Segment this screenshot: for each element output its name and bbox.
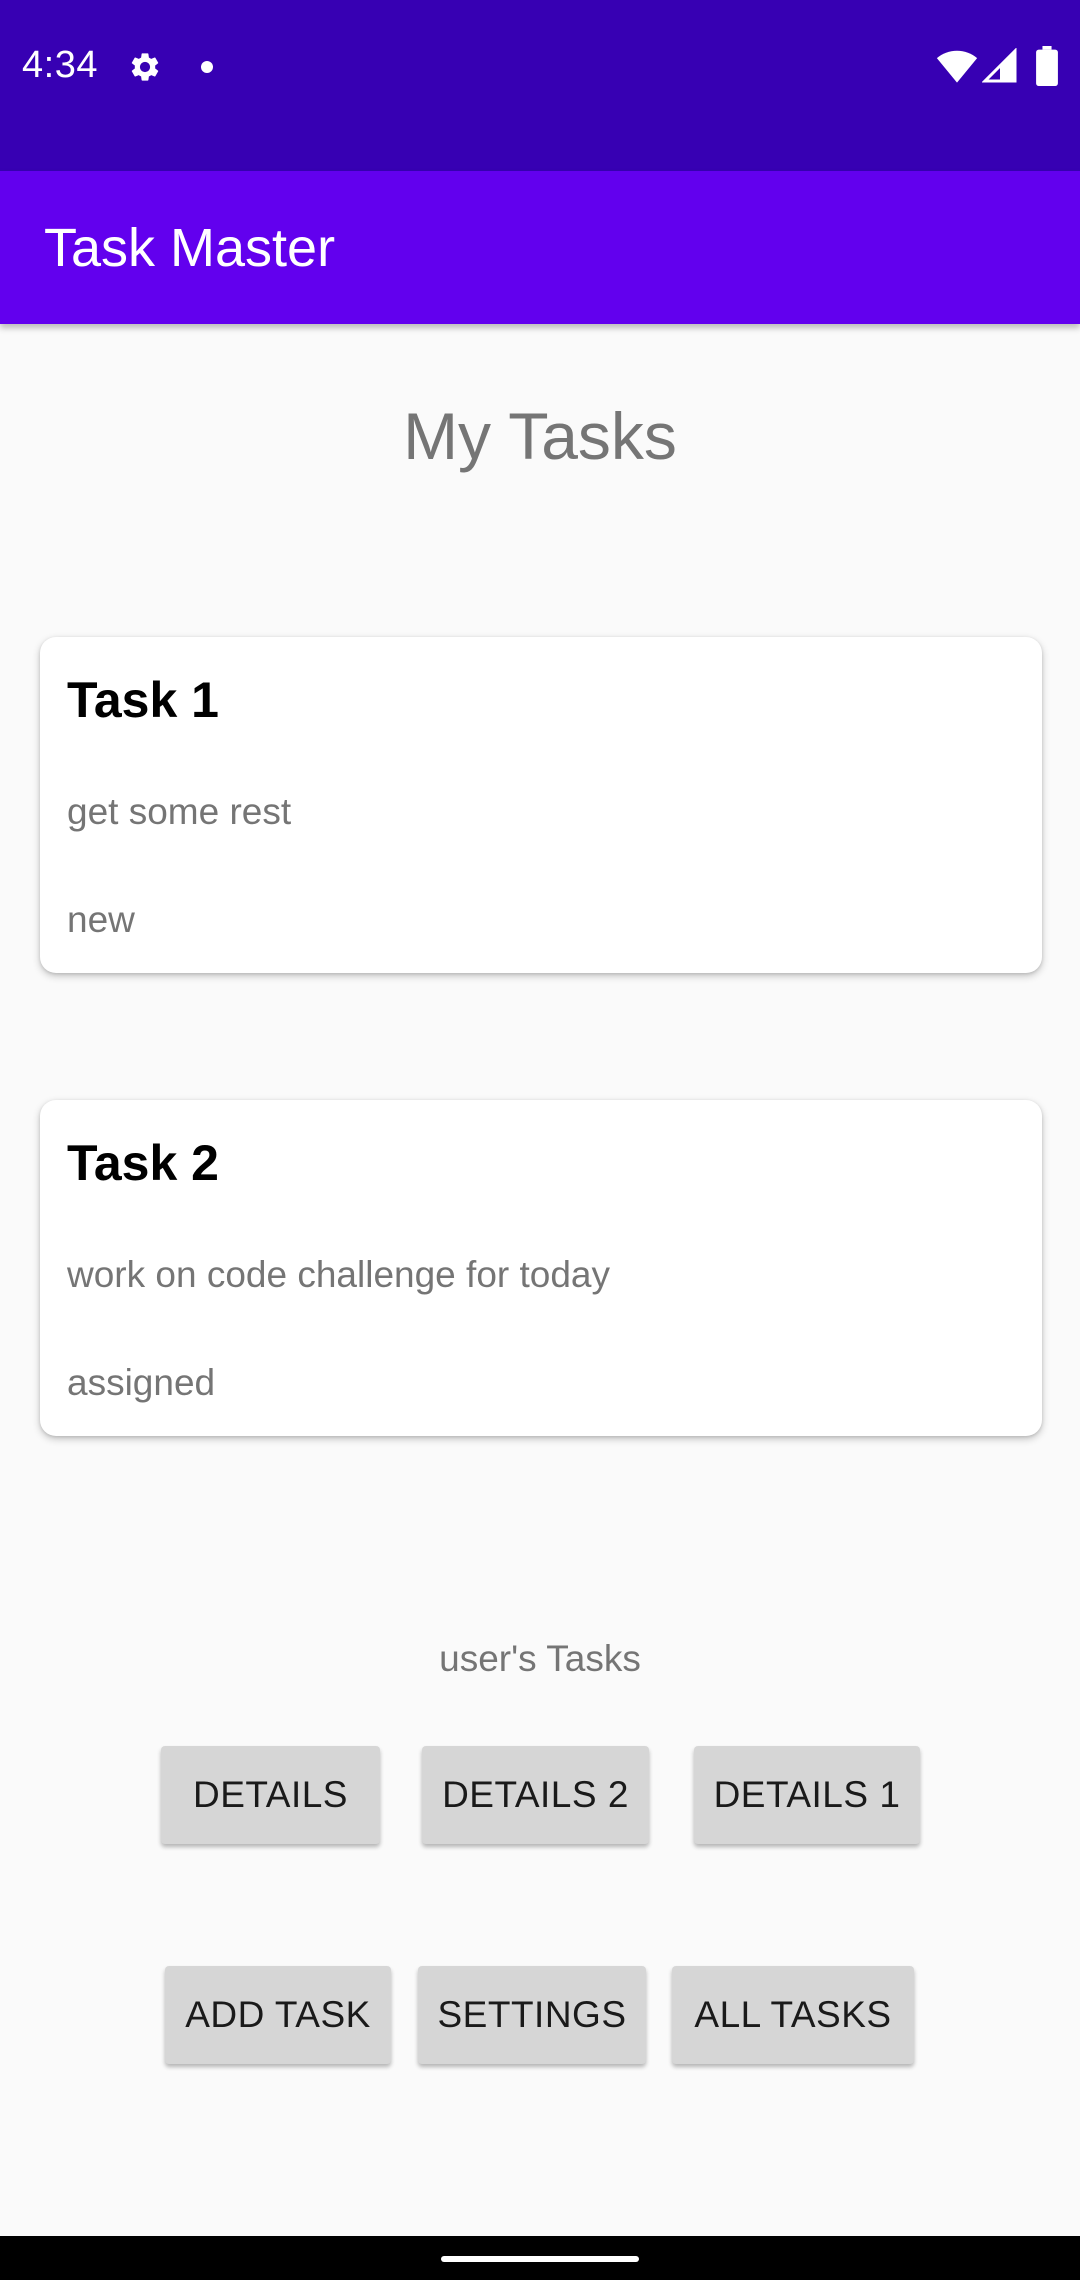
notification-dot-icon bbox=[201, 61, 213, 73]
task-state: new bbox=[67, 899, 135, 940]
battery-icon bbox=[1036, 46, 1058, 86]
details-2-button[interactable]: DETAILS 2 bbox=[422, 1746, 649, 1844]
page-title: My Tasks bbox=[403, 399, 677, 473]
screen: 4:34 Task Master My Tasks Task 1 get som… bbox=[0, 0, 1080, 2280]
details-1-button[interactable]: DETAILS 1 bbox=[694, 1746, 920, 1844]
task-state: assigned bbox=[67, 1362, 216, 1403]
settings-button[interactable]: SETTINGS bbox=[418, 1966, 646, 2064]
gear-icon bbox=[131, 53, 159, 81]
home-gesture-handle[interactable] bbox=[441, 2256, 639, 2262]
app-bar: Task Master bbox=[0, 171, 1080, 324]
status-bar: 4:34 bbox=[0, 0, 1080, 171]
all-tasks-button[interactable]: ALL TASKS bbox=[672, 1966, 914, 2064]
user-tasks-label: user's Tasks bbox=[439, 1638, 641, 1679]
task-title: Task 1 bbox=[67, 672, 219, 728]
details-button[interactable]: DETAILS bbox=[161, 1746, 380, 1844]
signal-icon bbox=[982, 48, 1017, 83]
task-card[interactable]: Task 1 get some rest new bbox=[40, 637, 1042, 973]
task-body: work on code challenge for today bbox=[67, 1254, 611, 1295]
task-title: Task 2 bbox=[67, 1135, 219, 1191]
navigation-bar bbox=[0, 2236, 1080, 2280]
app-title: Task Master bbox=[44, 218, 336, 278]
task-card[interactable]: Task 2 work on code challenge for today … bbox=[40, 1100, 1042, 1436]
add-task-button[interactable]: ADD TASK bbox=[165, 1966, 391, 2064]
task-body: get some rest bbox=[67, 791, 292, 832]
status-time: 4:34 bbox=[22, 44, 98, 86]
wifi-icon bbox=[936, 50, 978, 83]
